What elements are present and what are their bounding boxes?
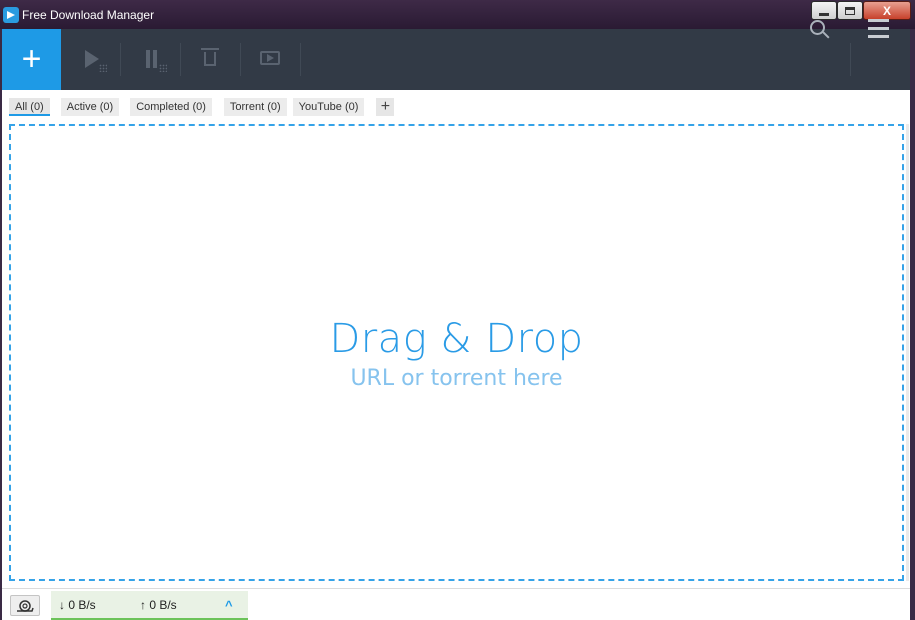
toolbar-divider xyxy=(850,43,851,76)
window-frame-left xyxy=(0,29,2,620)
maximize-icon xyxy=(845,6,855,15)
minimize-icon xyxy=(819,13,829,16)
trash-icon xyxy=(204,52,216,66)
chevron-up-icon[interactable]: ^ xyxy=(225,598,233,613)
add-tab-button[interactable]: + xyxy=(376,98,395,116)
main-toolbar: + xyxy=(2,29,910,90)
tab-torrent[interactable]: Torrent (0) xyxy=(223,98,287,116)
tab-active[interactable]: Active (0) xyxy=(60,98,120,116)
delete-button[interactable] xyxy=(181,29,239,90)
close-icon: X xyxy=(882,3,891,18)
window-frame-right xyxy=(910,29,915,620)
drop-zone-title: Drag & Drop xyxy=(329,316,584,362)
maximize-button[interactable] xyxy=(837,1,863,20)
toolbar-divider xyxy=(300,43,301,76)
resume-button[interactable] xyxy=(61,29,119,90)
arrow-right-icon xyxy=(267,54,274,62)
scrollbar[interactable] xyxy=(906,124,909,581)
title-bar: Free Download Manager X xyxy=(0,0,915,29)
status-bar: ↓ 0 B/s ↑ 0 B/s ^ xyxy=(2,588,910,620)
grid-dots-icon xyxy=(159,64,167,72)
app-logo-icon xyxy=(3,7,19,23)
window-controls: X xyxy=(811,1,911,20)
play-icon xyxy=(85,50,99,68)
speed-panel[interactable]: ↓ 0 B/s ↑ 0 B/s ^ xyxy=(51,591,248,620)
tab-completed[interactable]: Completed (0) xyxy=(130,98,212,116)
window-title: Free Download Manager xyxy=(22,8,155,22)
close-button[interactable]: X xyxy=(863,1,911,20)
grid-dots-icon xyxy=(99,64,107,72)
download-speed: ↓ 0 B/s xyxy=(59,598,96,612)
tab-all[interactable]: All (0) xyxy=(9,98,50,116)
hamburger-menu-icon[interactable] xyxy=(868,19,889,39)
pause-icon xyxy=(146,50,157,68)
drop-zone[interactable]: Drag & Drop URL or torrent here xyxy=(9,124,904,581)
filter-tabs: All (0) Active (0) Completed (0) Torrent… xyxy=(9,97,395,117)
pause-button[interactable] xyxy=(121,29,179,90)
minimize-button[interactable] xyxy=(811,1,837,20)
trash-lid-icon xyxy=(201,48,219,50)
drop-zone-subtitle: URL or torrent here xyxy=(350,366,563,391)
upload-speed: ↑ 0 B/s xyxy=(140,598,177,612)
add-download-button[interactable]: + xyxy=(2,29,61,90)
move-button[interactable] xyxy=(241,29,299,90)
tab-youtube[interactable]: YouTube (0) xyxy=(292,98,365,116)
snail-icon xyxy=(17,599,34,612)
snail-mode-button[interactable] xyxy=(10,595,40,616)
